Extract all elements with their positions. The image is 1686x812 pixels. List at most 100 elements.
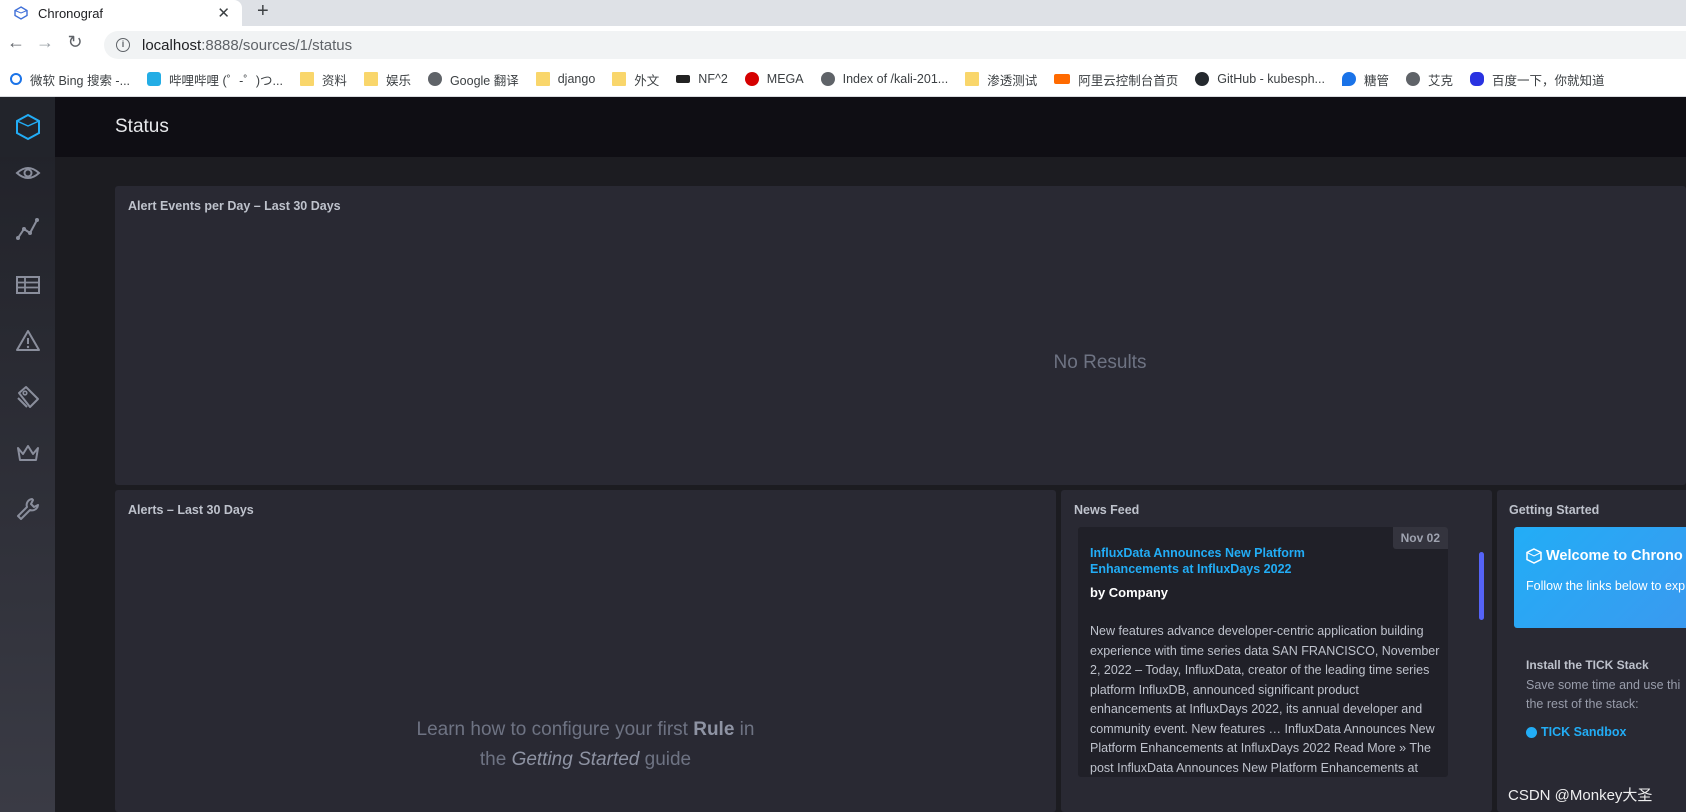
panel-title: Alerts – Last 30 Days (128, 503, 254, 517)
bookmark-baidu[interactable]: 百度一下，你就知道 (1469, 70, 1605, 89)
bookmark-label: MEGA (766, 72, 804, 86)
chronograf-app: Status Alert Events per Day – Last 30 Da… (0, 97, 1686, 812)
drop-icon (1341, 72, 1356, 86)
bookmark-label: Google 翻译 (449, 73, 519, 88)
rule-text: Rule (693, 719, 735, 740)
url-path: :8888/sources/1/status (201, 36, 353, 54)
bookmark-github[interactable]: GitHub - kubesph... (1195, 72, 1325, 86)
chronograf-logo[interactable] (0, 97, 55, 157)
bookmark-folder-pentest[interactable]: 渗透测试 (965, 70, 1037, 89)
bookmark-aliyun[interactable]: 阿里云控制台首页 (1054, 70, 1178, 89)
welcome-text: Follow the links below to exp features. (1526, 579, 1686, 593)
github-icon (1526, 726, 1537, 738)
welcome-card: Welcome to Chrono Follow the links below… (1514, 527, 1686, 628)
back-arrow-icon[interactable]: ← (4, 32, 28, 53)
bookmark-folder-yule[interactable]: 娱乐 (363, 70, 411, 89)
panel-title: Getting Started (1509, 503, 1600, 517)
text: Learn how to configure your first (416, 719, 694, 740)
sidebar-item-alerting[interactable] (0, 321, 55, 361)
tag-icon (16, 386, 39, 408)
bookmark-label: 资料 (321, 73, 347, 88)
page-title: Status (115, 116, 169, 137)
news-feed-panel: News Feed Nov 02 InfluxData Announces Ne… (1061, 490, 1492, 812)
empty-line-1: Learn how to configure your first Rule i… (115, 715, 1056, 745)
chronograf-logo-icon (15, 113, 40, 141)
globe-icon (820, 72, 835, 86)
sidebar-item-configuration[interactable] (0, 489, 55, 529)
panel-title: Alert Events per Day – Last 30 Days (128, 199, 341, 213)
bow-icon (676, 75, 691, 83)
url-host: localhost (142, 36, 202, 54)
sidebar-item-admin[interactable] (0, 433, 55, 473)
bookmark-label: GitHub - kubesph... (1217, 72, 1325, 86)
sidebar-item-dashboards[interactable] (0, 265, 55, 305)
url-input[interactable]: i localhost:8888/sources/1/status (104, 31, 1686, 59)
close-tab-icon[interactable]: ✕ (217, 4, 230, 22)
bookmark-tangguan[interactable]: 糖管 (1341, 70, 1389, 89)
no-results-text: No Results (115, 352, 1686, 374)
text: in (734, 719, 755, 740)
crown-icon (16, 445, 39, 461)
bookmark-bilibili[interactable]: 哔哩哔哩 (゜-゜)つ... (147, 70, 283, 89)
news-headline-link[interactable]: InfluxData Announces New Platform Enhanc… (1090, 545, 1390, 577)
panel-title: News Feed (1074, 503, 1140, 517)
sidebar-item-log-viewer[interactable] (0, 377, 55, 417)
alerts-panel: Alerts – Last 30 Days Learn how to confi… (115, 490, 1056, 812)
folder-icon (363, 72, 378, 86)
tick-sandbox-link[interactable]: TICK Sandbox (1526, 725, 1626, 739)
browser-tab-strip: Chronograf ✕ + (0, 0, 1686, 26)
eye-icon (15, 167, 40, 179)
news-item[interactable]: Nov 02 InfluxData Announces New Platform… (1078, 527, 1448, 777)
bookmark-label: 阿里云控制台首页 (1078, 73, 1179, 88)
news-date: Nov 02 (1392, 527, 1448, 549)
globe-icon (427, 72, 442, 86)
bookmark-label: 外文 (634, 73, 660, 88)
bookmark-label: Index of /kali-201... (842, 72, 949, 86)
news-body: New features advance developer-centric a… (1090, 624, 1440, 775)
folder-icon (535, 72, 550, 86)
empty-line-2: the Getting Started guide (115, 745, 1056, 775)
forward-arrow-icon[interactable]: → (33, 32, 57, 53)
getting-started-text: Getting Started (511, 749, 640, 770)
globe-icon (1405, 72, 1420, 86)
text: the (479, 749, 512, 770)
bookmark-label: 渗透测试 (987, 73, 1038, 88)
sidebar-item-host-list[interactable] (0, 153, 55, 193)
bookmark-bing[interactable]: 微软 Bing 搜索 -... (10, 70, 130, 89)
sidebar-item-data-explorer[interactable] (0, 209, 55, 249)
page-header: Status (55, 97, 1686, 157)
bookmark-label: 艾克 (1427, 73, 1453, 88)
graph-icon (15, 218, 39, 240)
bookmark-mega[interactable]: MEGA (744, 72, 804, 86)
bookmark-folder-waiwen[interactable]: 外文 (612, 70, 659, 89)
bookmark-label: 百度一下，你就知道 (1491, 73, 1605, 88)
bookmark-label: django (557, 72, 596, 86)
tab-title: Chronograf (38, 5, 104, 21)
site-info-icon[interactable]: i (116, 38, 130, 52)
reload-icon[interactable]: ↻ (63, 32, 87, 53)
news-author: by Company (1090, 585, 1169, 600)
browser-tab[interactable]: Chronograf ✕ (0, 0, 242, 26)
install-text: Save some time and use thi the rest of t… (1526, 678, 1681, 711)
bookmark-label: 娱乐 (385, 73, 411, 88)
bookmark-google-translate[interactable]: Google 翻译 (427, 70, 519, 89)
new-tab-button[interactable]: + (257, 0, 269, 22)
folder-icon (299, 72, 314, 86)
mega-icon (744, 72, 759, 86)
news-feed-scrollbar[interactable] (1479, 552, 1484, 620)
github-icon (1195, 72, 1210, 86)
address-bar: ← → ↻ i localhost:8888/sources/1/status (0, 26, 1686, 62)
bookmark-aike[interactable]: 艾克 (1405, 70, 1453, 89)
folder-icon (965, 72, 980, 86)
bookmark-nf2[interactable]: NF^2 (676, 72, 728, 86)
dashboard-grid-icon (15, 276, 40, 294)
bookmark-folder-ziliao[interactable]: 资料 (299, 70, 347, 89)
bookmark-label: 微软 Bing 搜索 -... (30, 73, 131, 88)
folder-icon (612, 72, 627, 86)
wrench-icon (16, 498, 39, 520)
baidu-icon (1469, 72, 1484, 86)
bookmark-kali-index[interactable]: Index of /kali-201... (820, 72, 949, 86)
text: guide (639, 749, 692, 770)
bookmark-folder-django[interactable]: django (535, 72, 596, 86)
alert-triangle-icon (15, 330, 40, 351)
